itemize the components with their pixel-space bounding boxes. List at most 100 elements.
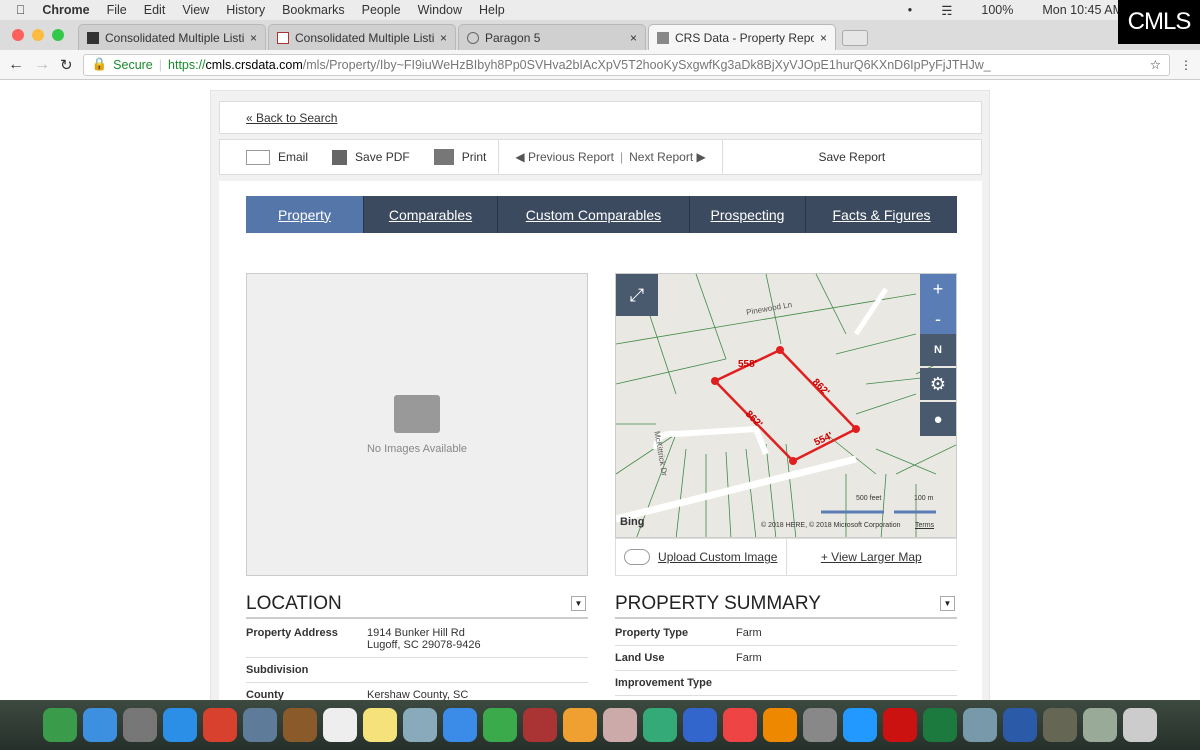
safari-dock-icon[interactable] <box>163 708 197 742</box>
tab-custom-comparables[interactable]: Custom Comparables <box>498 196 690 233</box>
menu-chrome[interactable]: Chrome <box>42 3 89 17</box>
close-tab-icon[interactable]: × <box>440 31 447 45</box>
keynote-dock-icon[interactable] <box>683 708 717 742</box>
close-window-button[interactable] <box>12 29 24 41</box>
chrome-dock-icon[interactable] <box>43 708 77 742</box>
documents-dock-icon[interactable] <box>1083 708 1117 742</box>
zoom-out-button[interactable]: - <box>920 304 956 334</box>
new-tab-button[interactable] <box>842 30 868 46</box>
view-larger-map-button[interactable]: + View Larger Map <box>787 539 957 575</box>
close-tab-icon[interactable]: × <box>820 31 827 45</box>
reload-icon[interactable]: ↻ <box>60 56 73 74</box>
collapse-dropdown-icon[interactable]: ▼ <box>571 596 586 611</box>
save-report-button[interactable]: Save Report <box>723 150 981 164</box>
apple-icon[interactable]:  <box>16 3 25 17</box>
address-line-1: 1914 Bunker Hill Rd <box>367 627 465 639</box>
map-footer: Upload Custom Image + View Larger Map <box>615 538 957 576</box>
menu-help[interactable]: Help <box>479 3 505 17</box>
minimize-window-button[interactable] <box>32 29 44 41</box>
menu-edit[interactable]: Edit <box>144 3 166 17</box>
property-image-placeholder: No Images Available <box>246 273 588 576</box>
fullscreen-icon[interactable]: ⤢ <box>616 274 658 316</box>
photos-dock-icon[interactable] <box>563 708 597 742</box>
compass-label: N <box>934 344 942 356</box>
browser-tab[interactable]: Consolidated Multiple Listing S × <box>78 24 266 50</box>
tab-prospecting[interactable]: Prospecting <box>690 196 806 233</box>
acrobat-dock-icon[interactable] <box>883 708 917 742</box>
terms-link[interactable]: Terms <box>915 522 934 529</box>
section-title: LOCATION <box>246 593 342 614</box>
back-icon[interactable]: ← <box>8 56 24 74</box>
tab-property[interactable]: Property <box>246 196 364 233</box>
back-to-search-link[interactable]: « Back to Search <box>246 111 337 125</box>
itunes-dock-icon[interactable] <box>723 708 757 742</box>
cmls-watermark-logo: CMLS <box>1118 0 1200 44</box>
zoom-window-button[interactable] <box>52 29 64 41</box>
facetime-dock-icon[interactable] <box>483 708 517 742</box>
address-line-2: Lugoff, SC 29078-9426 <box>367 639 481 651</box>
bing-logo: Bing <box>620 516 645 528</box>
bookmark-star-icon[interactable]: ☆ <box>1150 57 1161 72</box>
pages-dock-icon[interactable] <box>603 708 637 742</box>
trash-dock-icon[interactable] <box>1123 708 1157 742</box>
messages-dock-icon[interactable] <box>443 708 477 742</box>
collapse-dropdown-icon[interactable]: ▼ <box>940 596 955 611</box>
preview-dock-icon[interactable] <box>403 708 437 742</box>
field-label: Property Address <box>246 627 338 639</box>
gear-icon[interactable]: ⚙ <box>920 368 956 400</box>
ibooks-dock-icon[interactable] <box>763 708 797 742</box>
battery-status[interactable]: 100% <box>981 3 1013 18</box>
excel-dock-icon[interactable] <box>923 708 957 742</box>
print-button[interactable]: Print <box>422 140 500 174</box>
chrome-dock-icon-2[interactable] <box>203 708 237 742</box>
tab-facts-figures[interactable]: Facts & Figures <box>806 196 957 233</box>
menu-history[interactable]: History <box>226 3 265 17</box>
finder-dock-icon[interactable] <box>83 708 117 742</box>
upload-custom-image-button[interactable]: Upload Custom Image <box>616 539 787 575</box>
contacts-dock-icon[interactable] <box>283 708 317 742</box>
menu-dots-icon[interactable]: ⋮ <box>1180 58 1192 72</box>
wifi-icon[interactable]: ☴ <box>941 3 952 18</box>
save-pdf-button[interactable]: Save PDF <box>320 149 422 165</box>
tab-comparables[interactable]: Comparables <box>364 196 498 233</box>
clock[interactable]: Mon 10:45 AM <box>1042 3 1123 18</box>
email-button[interactable]: Email <box>220 149 320 165</box>
property-summary-header: PROPERTY SUMMARY ▼ <box>615 593 957 619</box>
system-preferences-dock-icon[interactable] <box>803 708 837 742</box>
tab-title: CRS Data - Property Report fo <box>675 30 814 45</box>
notes-dock-icon[interactable] <box>363 708 397 742</box>
forward-icon[interactable]: → <box>34 56 50 74</box>
menu-bookmarks[interactable]: Bookmarks <box>282 3 345 17</box>
compass-button[interactable]: N <box>920 334 956 366</box>
location-pin-icon[interactable]: ● <box>920 402 956 436</box>
previous-report-button[interactable]: ◀ Previous Report <box>515 150 614 164</box>
field-label: Property Type <box>615 627 689 639</box>
scale-meters: 100 m <box>914 495 934 502</box>
mail-dock-icon[interactable] <box>243 708 277 742</box>
url-input[interactable]: 🔒 Secure | https://cmls.crsdata.com/mls/… <box>82 53 1170 76</box>
menu-file[interactable]: File <box>107 3 127 17</box>
tab-title: Consolidated Multiple Listing <box>295 30 434 45</box>
zoom-in-button[interactable]: + <box>920 274 956 304</box>
parcel-map[interactable]: 558' 862' 862' 554' Pinewood Ln McKittri… <box>615 273 957 538</box>
numbers-dock-icon[interactable] <box>643 708 677 742</box>
next-report-button[interactable]: Next Report ▶ <box>629 150 706 164</box>
calendar-dock-icon[interactable] <box>323 708 357 742</box>
photo-booth-dock-icon[interactable] <box>523 708 557 742</box>
menu-people[interactable]: People <box>362 3 401 17</box>
bluetooth-icon[interactable]: • <box>908 3 912 18</box>
menu-window[interactable]: Window <box>418 3 462 17</box>
browser-tab-active[interactable]: CRS Data - Property Report fo × <box>648 24 836 50</box>
launchpad-dock-icon[interactable] <box>123 708 157 742</box>
image-dock-icon[interactable] <box>963 708 997 742</box>
browser-tab[interactable]: Consolidated Multiple Listing × <box>268 24 456 50</box>
browser-tab[interactable]: Paragon 5 × <box>458 24 646 50</box>
app-store-dock-icon[interactable] <box>843 708 877 742</box>
close-tab-icon[interactable]: × <box>630 31 637 45</box>
menu-view[interactable]: View <box>182 3 209 17</box>
upload-label: Upload Custom Image <box>658 550 778 564</box>
map-canvas <box>616 274 956 537</box>
word-dock-icon[interactable] <box>1003 708 1037 742</box>
downloads-dock-icon[interactable] <box>1043 708 1077 742</box>
close-tab-icon[interactable]: × <box>250 31 257 45</box>
